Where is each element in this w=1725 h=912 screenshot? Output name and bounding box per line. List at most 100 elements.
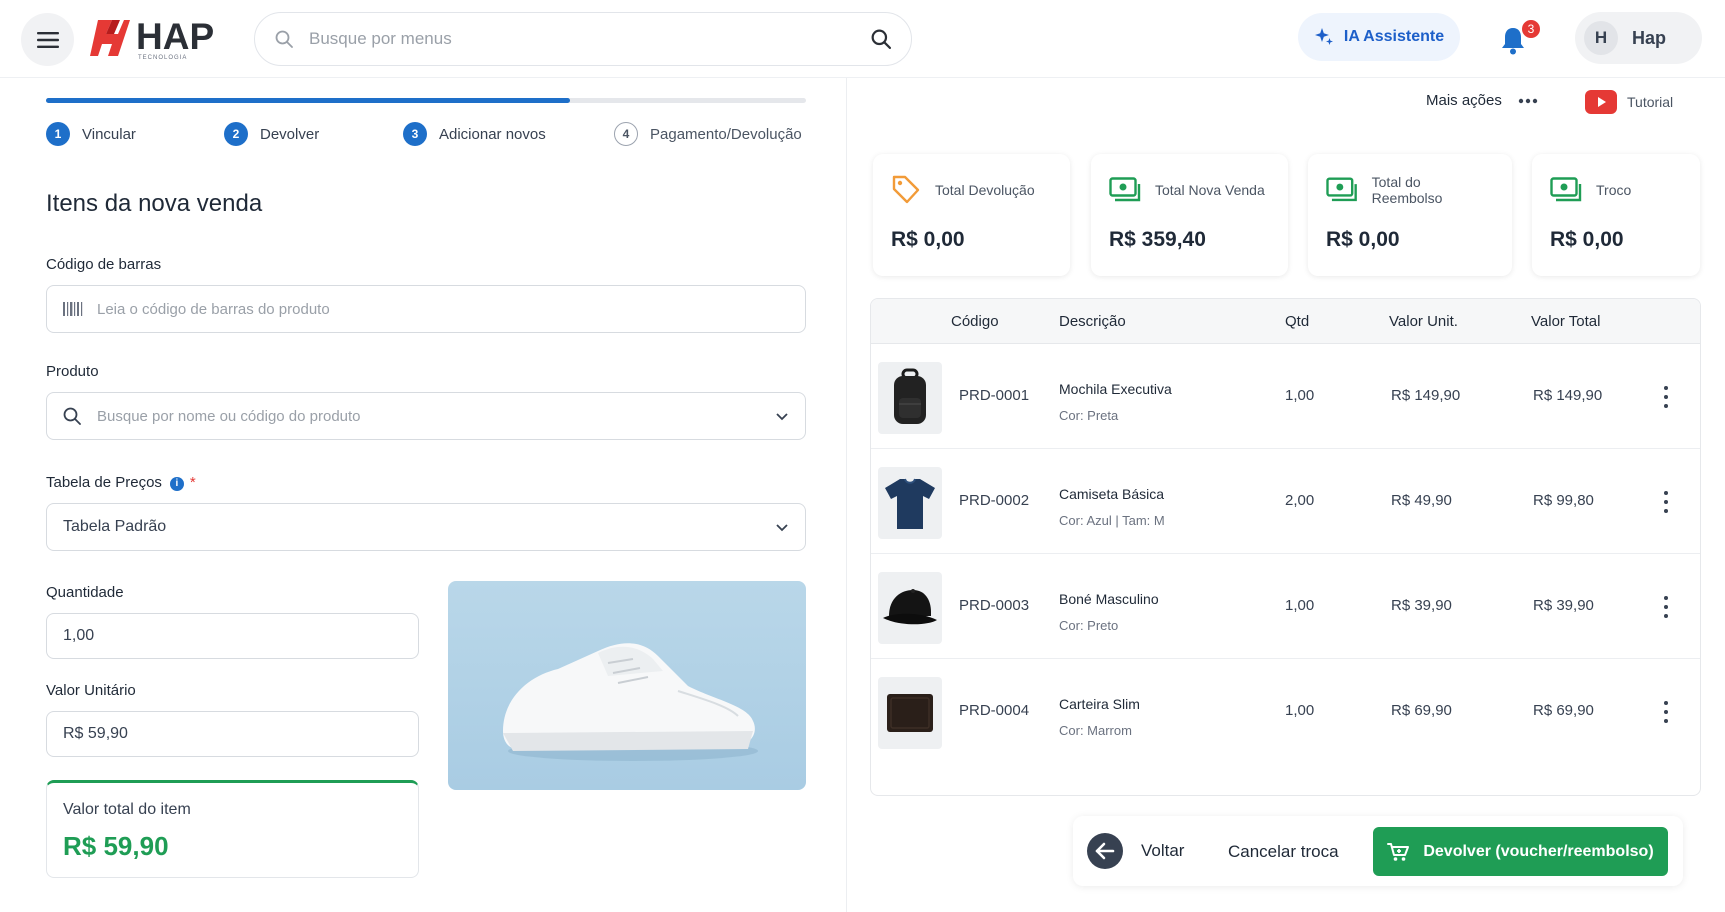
step-devolver[interactable]: 2 Devolver xyxy=(224,122,319,146)
summary-card-value: R$ 359,40 xyxy=(1109,228,1206,251)
row-total-value: R$ 39,90 xyxy=(1533,597,1594,614)
row-more-icon[interactable] xyxy=(1663,596,1669,618)
hamburger-icon xyxy=(36,31,59,48)
info-icon[interactable]: i xyxy=(169,476,184,491)
column-header-code: Código xyxy=(951,313,999,330)
notifications-badge: 3 xyxy=(1520,18,1542,40)
hap-logo-mark-icon xyxy=(90,20,130,56)
quantity-input[interactable]: 1,00 xyxy=(46,613,419,659)
row-code: PRD-0004 xyxy=(959,702,1030,719)
more-horizontal-icon xyxy=(1518,98,1538,103)
barcode-input[interactable]: Leia o código de barras do produto xyxy=(46,285,806,333)
table-row[interactable]: PRD-0004 Carteira Slim Cor: Marrom 1,00 … xyxy=(871,659,1700,764)
price-table-select[interactable]: Tabela Padrão xyxy=(46,503,806,551)
avatar: H xyxy=(1584,21,1618,55)
tag-icon xyxy=(892,175,920,204)
return-voucher-refund-button[interactable]: Devolver (voucher/reembolso) xyxy=(1373,827,1668,876)
product-placeholder: Busque por nome ou código do produto xyxy=(97,407,361,425)
row-subtitle: Cor: Preto xyxy=(1059,618,1119,633)
stepper-progress-fill xyxy=(46,98,571,103)
row-unit-value: R$ 49,90 xyxy=(1391,492,1452,509)
money-icon xyxy=(1326,177,1357,202)
row-unit-value: R$ 39,90 xyxy=(1391,597,1452,614)
user-menu[interactable]: H Hap xyxy=(1575,12,1702,64)
summary-card-total-nova-venda: Total Nova Venda R$ 359,40 xyxy=(1091,154,1288,276)
row-more-icon[interactable] xyxy=(1663,701,1669,723)
youtube-icon xyxy=(1585,90,1617,114)
step-pagamento-devolucao[interactable]: 4 Pagamento/Devolução xyxy=(614,122,802,146)
table-row[interactable]: PRD-0001 Mochila Executiva Cor: Preta 1,… xyxy=(871,344,1700,449)
summary-card-label: Total Devolução xyxy=(935,182,1035,198)
quantity-label: Quantidade xyxy=(46,584,124,601)
back-button[interactable]: Voltar xyxy=(1087,833,1184,869)
product-select[interactable]: Busque por nome ou código do produto xyxy=(46,392,806,440)
barcode-label: Código de barras xyxy=(46,256,162,273)
row-code: PRD-0003 xyxy=(959,597,1030,614)
tutorial-link[interactable]: Tutorial xyxy=(1585,90,1673,114)
step-label: Vincular xyxy=(82,125,136,143)
menu-search-input[interactable] xyxy=(309,29,871,49)
menu-search[interactable] xyxy=(254,12,912,66)
more-actions-label: Mais ações xyxy=(1426,92,1502,109)
chevron-down-icon xyxy=(776,524,788,532)
table-row[interactable]: PRD-0002 Camiseta Básica Cor: Azul | Tam… xyxy=(871,449,1700,554)
summary-card-label: Total do Reembolso xyxy=(1371,174,1443,206)
notifications-button[interactable]: 3 xyxy=(1500,18,1542,58)
row-subtitle: Cor: Marrom xyxy=(1059,723,1132,738)
price-table-value: Tabela Padrão xyxy=(63,518,167,535)
row-more-icon[interactable] xyxy=(1663,491,1669,513)
price-table-label: Tabela de Preços i * xyxy=(46,474,196,491)
product-thumbnail-wallet xyxy=(878,677,942,749)
cancel-exchange-button[interactable]: Cancelar troca xyxy=(1228,842,1339,862)
row-subtitle: Cor: Azul | Tam: M xyxy=(1059,513,1165,528)
product-image xyxy=(448,581,806,790)
panel-divider xyxy=(846,78,847,912)
cart-icon xyxy=(1387,842,1410,861)
action-bar: Voltar Cancelar troca Devolver (voucher/… xyxy=(1073,816,1683,886)
chevron-down-icon xyxy=(776,413,788,421)
row-unit-value: R$ 69,90 xyxy=(1391,702,1452,719)
more-actions-button[interactable]: Mais ações xyxy=(1426,92,1538,109)
summary-card-total-devolucao: Total Devolução R$ 0,00 xyxy=(873,154,1070,276)
required-marker: * xyxy=(189,474,196,491)
row-code: PRD-0001 xyxy=(959,387,1030,404)
step-vincular[interactable]: 1 Vincular xyxy=(46,122,136,146)
row-unit-value: R$ 149,90 xyxy=(1391,387,1461,404)
step-number: 1 xyxy=(46,122,70,146)
table-row[interactable]: PRD-0003 Boné Masculino Cor: Preto 1,00 … xyxy=(871,554,1700,659)
hap-logo[interactable]: HAP TECNOLOGIA xyxy=(90,16,220,61)
row-total-value: R$ 99,80 xyxy=(1533,492,1594,509)
row-qty: 1,00 xyxy=(1285,387,1315,404)
item-total-value: R$ 59,90 xyxy=(63,831,169,861)
step-adicionar-novos[interactable]: 3 Adicionar novos xyxy=(403,122,546,146)
summary-card-value: R$ 0,00 xyxy=(1550,228,1624,251)
ia-assistant-button[interactable]: IA Assistente xyxy=(1298,13,1460,61)
table-header: Código Descrição Qtd Valor Unit. Valor T… xyxy=(871,299,1700,344)
summary-card-value: R$ 0,00 xyxy=(891,228,965,251)
summary-card-troco: Troco R$ 0,00 xyxy=(1532,154,1700,276)
unit-value-label: Valor Unitário xyxy=(46,682,136,699)
row-description: Mochila Executiva xyxy=(1059,381,1172,397)
logo-subtitle: TECNOLOGIA xyxy=(138,55,188,61)
row-qty: 2,00 xyxy=(1285,492,1315,509)
row-description: Boné Masculino xyxy=(1059,591,1159,607)
product-thumbnail-cap xyxy=(878,572,942,644)
search-submit-icon[interactable] xyxy=(871,29,891,49)
summary-card-label: Troco xyxy=(1596,182,1632,198)
summary-card-label: Total Nova Venda xyxy=(1155,182,1265,198)
user-name: Hap xyxy=(1632,27,1667,48)
barcode-icon xyxy=(63,302,83,316)
row-code: PRD-0002 xyxy=(959,492,1030,509)
column-header-total-value: Valor Total xyxy=(1531,313,1601,330)
items-table: Código Descrição Qtd Valor Unit. Valor T… xyxy=(870,298,1701,796)
hamburger-menu-button[interactable] xyxy=(21,13,74,66)
column-header-qty: Qtd xyxy=(1285,313,1310,330)
logo-wordmark: HAP xyxy=(136,16,215,57)
stepper: 1 Vincular 2 Devolver 3 Adicionar novos … xyxy=(46,122,806,150)
item-total-card: Valor total do item R$ 59,90 xyxy=(46,780,419,878)
step-label: Adicionar novos xyxy=(439,125,546,143)
row-more-icon[interactable] xyxy=(1663,386,1669,408)
unit-value-input[interactable]: R$ 59,90 xyxy=(46,711,419,757)
search-icon xyxy=(63,407,81,425)
arrow-left-icon xyxy=(1087,833,1123,869)
